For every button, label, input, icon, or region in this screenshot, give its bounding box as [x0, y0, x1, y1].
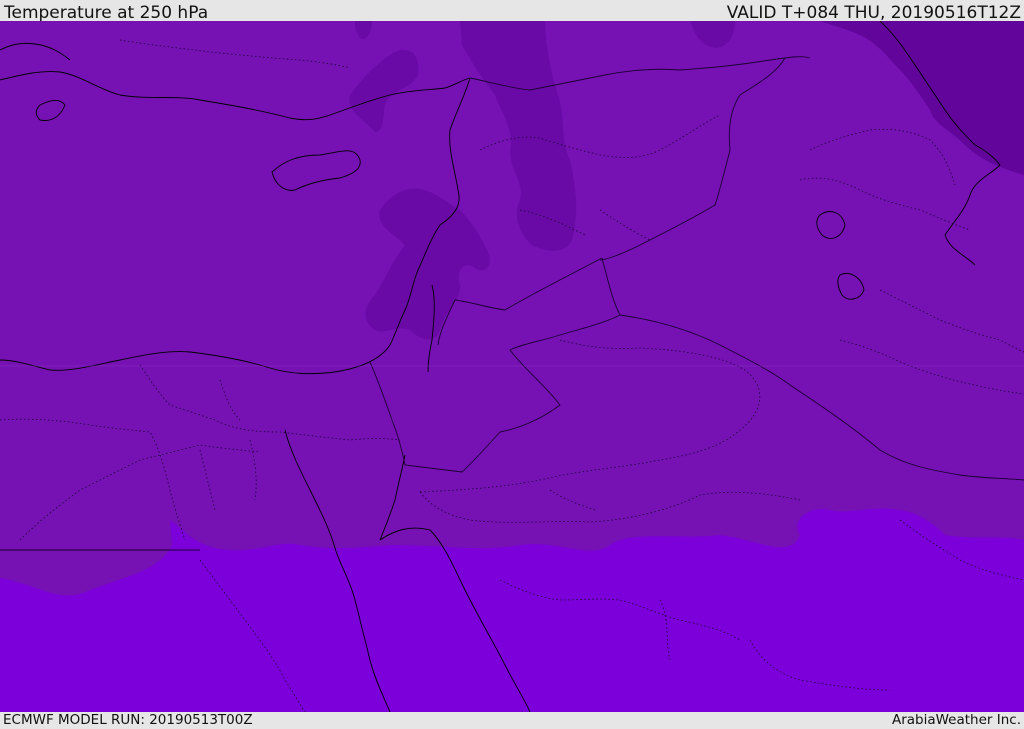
credit-label: ArabiaWeather Inc.: [891, 712, 1021, 728]
weather-map: [0, 21, 1024, 712]
header-bar: Temperature at 250 hPa VALID T+084 THU, …: [0, 0, 1024, 23]
footer-bar: ECMWF MODEL RUN: 20190513T00Z ArabiaWeat…: [0, 712, 1024, 729]
model-run: ECMWF MODEL RUN: 20190513T00Z: [3, 712, 253, 728]
valid-time: VALID T+084 THU, 20190516T12Z: [726, 3, 1021, 23]
map-title: Temperature at 250 hPa: [4, 3, 209, 23]
